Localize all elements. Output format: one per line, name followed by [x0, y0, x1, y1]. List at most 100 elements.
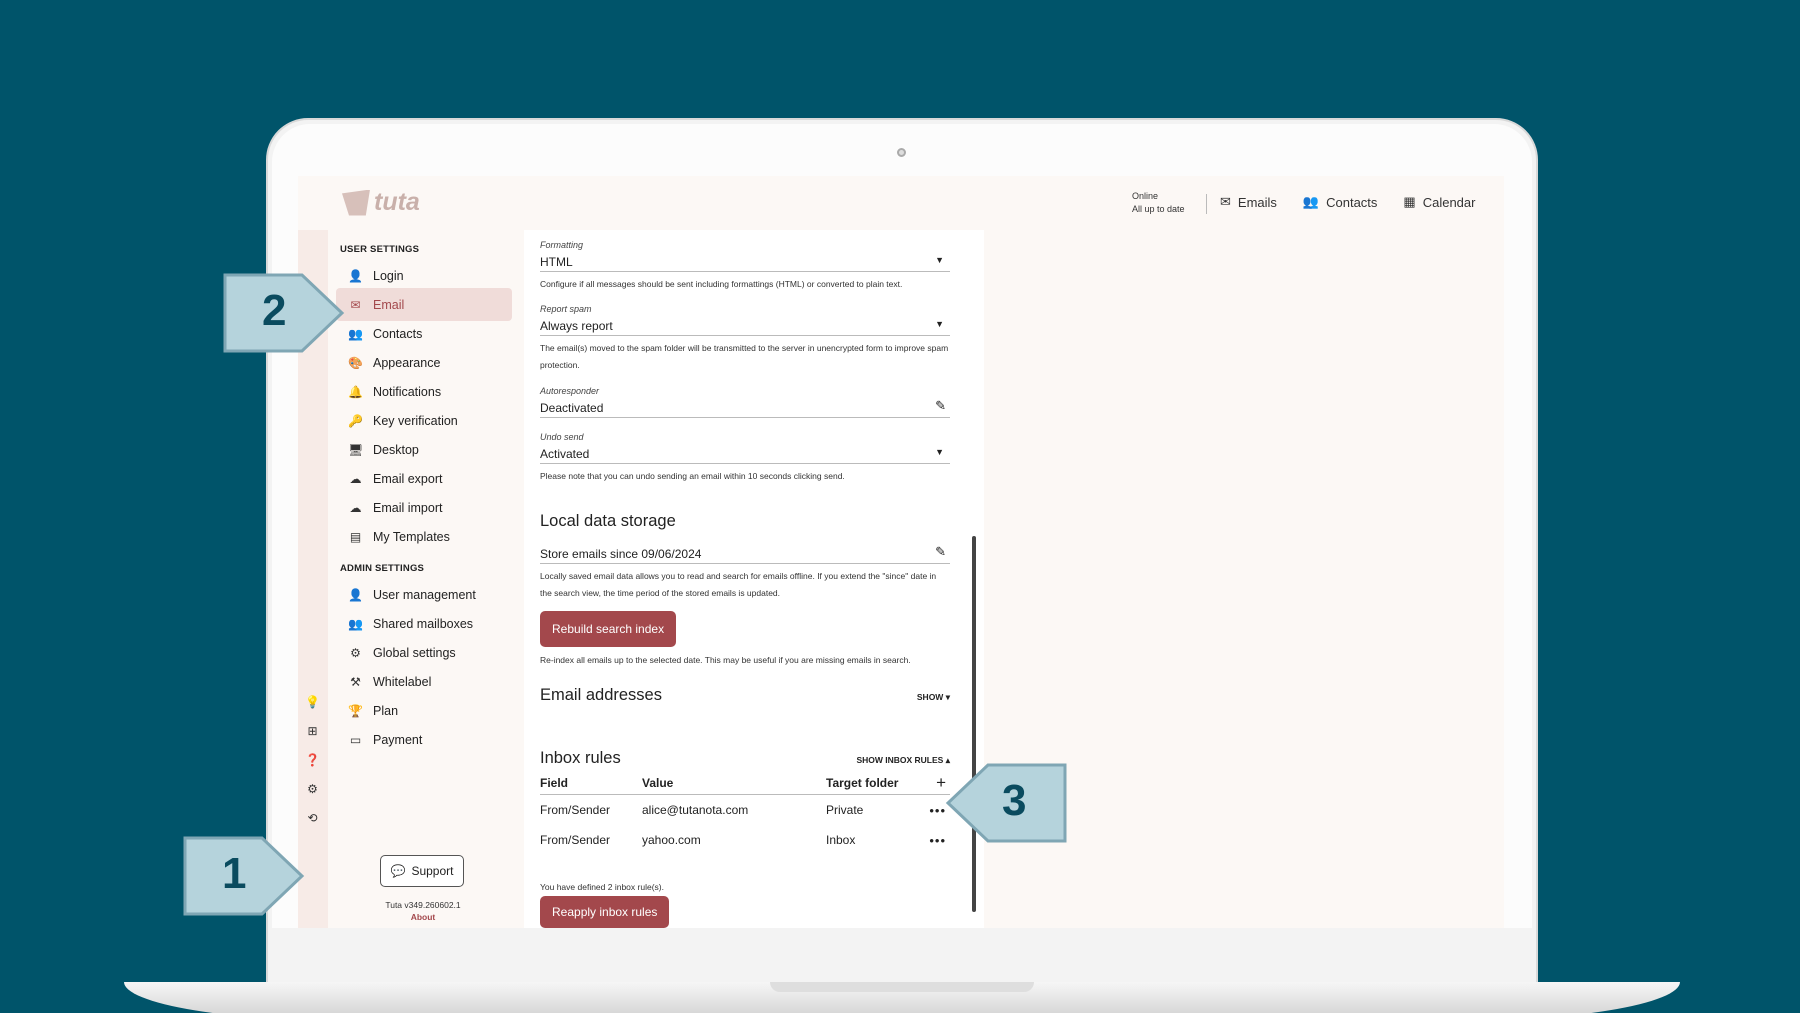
settings-item-label: User management [373, 587, 476, 602]
settings-item-label: Notifications [373, 384, 442, 399]
settings-item-label: Payment [373, 732, 423, 747]
monitor-icon: 🖥 [348, 442, 364, 457]
content-scrollbar[interactable] [972, 536, 976, 912]
gear-icon[interactable]: ⚙ [305, 781, 320, 796]
settings-item-label: Email [373, 297, 405, 312]
envelope-icon: ✉ [1220, 194, 1231, 209]
inbox-rules-show-label: SHOW INBOX RULES [856, 755, 944, 765]
about-link[interactable]: About [348, 912, 498, 922]
settings-item-label: Global settings [373, 645, 456, 660]
rule-field: From/Sender [540, 833, 611, 847]
formatting-field[interactable]: Formatting HTML ▼ Configure if all messa… [540, 240, 950, 293]
settings-item-label: Email export [373, 471, 443, 486]
autoresponder-field[interactable]: Autoresponder Deactivated ✎ [540, 386, 950, 418]
people-icon: 👥 [348, 616, 363, 631]
report-spam-help: The email(s) moved to the spam folder wi… [540, 343, 949, 370]
formatting-help: Configure if all messages should be sent… [540, 279, 903, 289]
cloud-download-icon: ☁ [349, 471, 362, 486]
email-addresses-heading: Email addresses [540, 686, 662, 704]
undo-send-value: Activated [540, 446, 590, 461]
settings-item-label: Desktop [373, 442, 419, 457]
report-spam-select[interactable]: Always report ▼ [540, 316, 950, 336]
wand-icon: ⚒ [350, 674, 361, 689]
sync-status: Online All up to date [1132, 190, 1185, 216]
email-settings-panel: Formatting HTML ▼ Configure if all messa… [524, 230, 984, 928]
envelope-icon: ✉ [350, 297, 361, 312]
rule-folder: Private [826, 803, 864, 817]
column-header-target-folder: Target folder [826, 775, 899, 790]
column-header-field: Field [540, 775, 569, 790]
settings-item-label: Plan [373, 703, 399, 718]
settings-item-payment[interactable]: ▭ Payment [336, 723, 512, 756]
autoresponder-value: Deactivated [540, 400, 604, 415]
undo-send-field[interactable]: Undo send Activated ▼ Please note that y… [540, 432, 950, 485]
local-storage-help: Locally saved email data allows you to r… [540, 571, 937, 598]
settings-item-label: Whitelabel [373, 674, 432, 689]
table-header: Field Value Target folder + [540, 771, 950, 795]
undo-send-help: Please note that you can undo sending an… [540, 471, 845, 481]
trophy-icon: 🏆 [348, 703, 363, 718]
bell-icon: 🔔 [348, 384, 363, 399]
help-icon[interactable]: ❓ [305, 752, 320, 767]
formatting-select[interactable]: HTML ▼ [540, 252, 950, 272]
logout-icon[interactable]: ⟲ [305, 810, 320, 825]
inbox-rules-show-toggle[interactable]: SHOW INBOX RULES ▴ [856, 755, 950, 766]
app-version: Tuta v349.260602.1 [385, 900, 461, 910]
settings-item-label: Appearance [373, 355, 441, 370]
person-icon: 👤 [348, 268, 363, 283]
email-addresses-show-label: SHOW [916, 692, 944, 702]
formatting-label: Formatting [540, 240, 584, 250]
header-divider [1206, 194, 1207, 214]
status-online: Online [1132, 191, 1159, 201]
pencil-icon[interactable]: ✎ [935, 544, 946, 560]
local-storage-display: Store emails since 09/06/2024 ✎ [540, 544, 950, 564]
settings-item-label: Key verification [373, 413, 458, 428]
settings-item-my-templates[interactable]: ▤ My Templates [336, 520, 512, 553]
nav-emails-label: Emails [1237, 194, 1277, 210]
report-spam-value: Always report [540, 318, 613, 333]
email-addresses-show-toggle[interactable]: SHOW ▾ [917, 692, 950, 703]
nav-emails[interactable]: ✉ Emails [1220, 194, 1277, 210]
settings-item-label: My Templates [373, 529, 450, 544]
inbox-rules-table: Field Value Target folder + From/Sender … [540, 771, 950, 855]
laptop-hinge [770, 982, 1034, 992]
logo-text: tuta [374, 188, 420, 216]
admin-settings-title: ADMIN SETTINGS [340, 563, 425, 574]
people-icon: 👥 [348, 326, 363, 341]
undo-send-select[interactable]: Activated ▼ [540, 444, 950, 464]
rebuild-help: Re-index all emails up to the selected d… [540, 655, 911, 665]
settings-item-label: Email import [373, 500, 443, 515]
calendar-icon: ▦ [1403, 194, 1416, 209]
settings-item-label: Shared mailboxes [373, 616, 474, 631]
rule-field: From/Sender [540, 803, 611, 817]
status-up-to-date: All up to date [1132, 204, 1185, 214]
people-icon: 👥 [1302, 194, 1320, 209]
nav-contacts-label: Contacts [1326, 194, 1378, 210]
nav-contacts[interactable]: 👥 Contacts [1303, 194, 1378, 210]
laptop-bottom-bezel [272, 928, 1532, 982]
autoresponder-display: Deactivated ✎ [540, 398, 950, 418]
pencil-icon[interactable]: ✎ [935, 398, 946, 414]
support-button[interactable]: 💬 Support [380, 855, 464, 887]
report-spam-field[interactable]: Report spam Always report ▼ The email(s)… [540, 304, 950, 374]
table-row: From/Sender alice@tutanota.com Private •… [540, 795, 950, 825]
callout-1: 1 [182, 835, 305, 916]
key-icon: 🔑 [348, 413, 363, 428]
lightbulb-icon[interactable]: 💡 [305, 694, 320, 709]
undo-send-label: Undo send [540, 432, 584, 442]
table-row: From/Sender yahoo.com Inbox ••• [540, 825, 950, 855]
nav-calendar[interactable]: ▦ Calendar [1403, 194, 1475, 210]
formatting-value: HTML [540, 254, 573, 269]
local-storage-heading: Local data storage [540, 512, 676, 530]
reapply-inbox-rules-button[interactable]: Reapply inbox rules [540, 896, 670, 928]
rule-value: alice@tutanota.com [642, 803, 749, 817]
report-spam-label: Report spam [540, 304, 592, 314]
settings-item-label: Contacts [373, 326, 423, 341]
rebuild-search-index-button[interactable]: Rebuild search index [540, 611, 677, 647]
new-window-icon[interactable]: ⊞ [305, 723, 320, 738]
gear-icon: ⚙ [350, 645, 361, 660]
camera-icon [897, 148, 906, 157]
inbox-rules-count: You have defined 2 inbox rule(s). [540, 882, 664, 892]
tuta-logo[interactable]: tuta [342, 188, 420, 217]
rule-folder: Inbox [826, 833, 856, 847]
